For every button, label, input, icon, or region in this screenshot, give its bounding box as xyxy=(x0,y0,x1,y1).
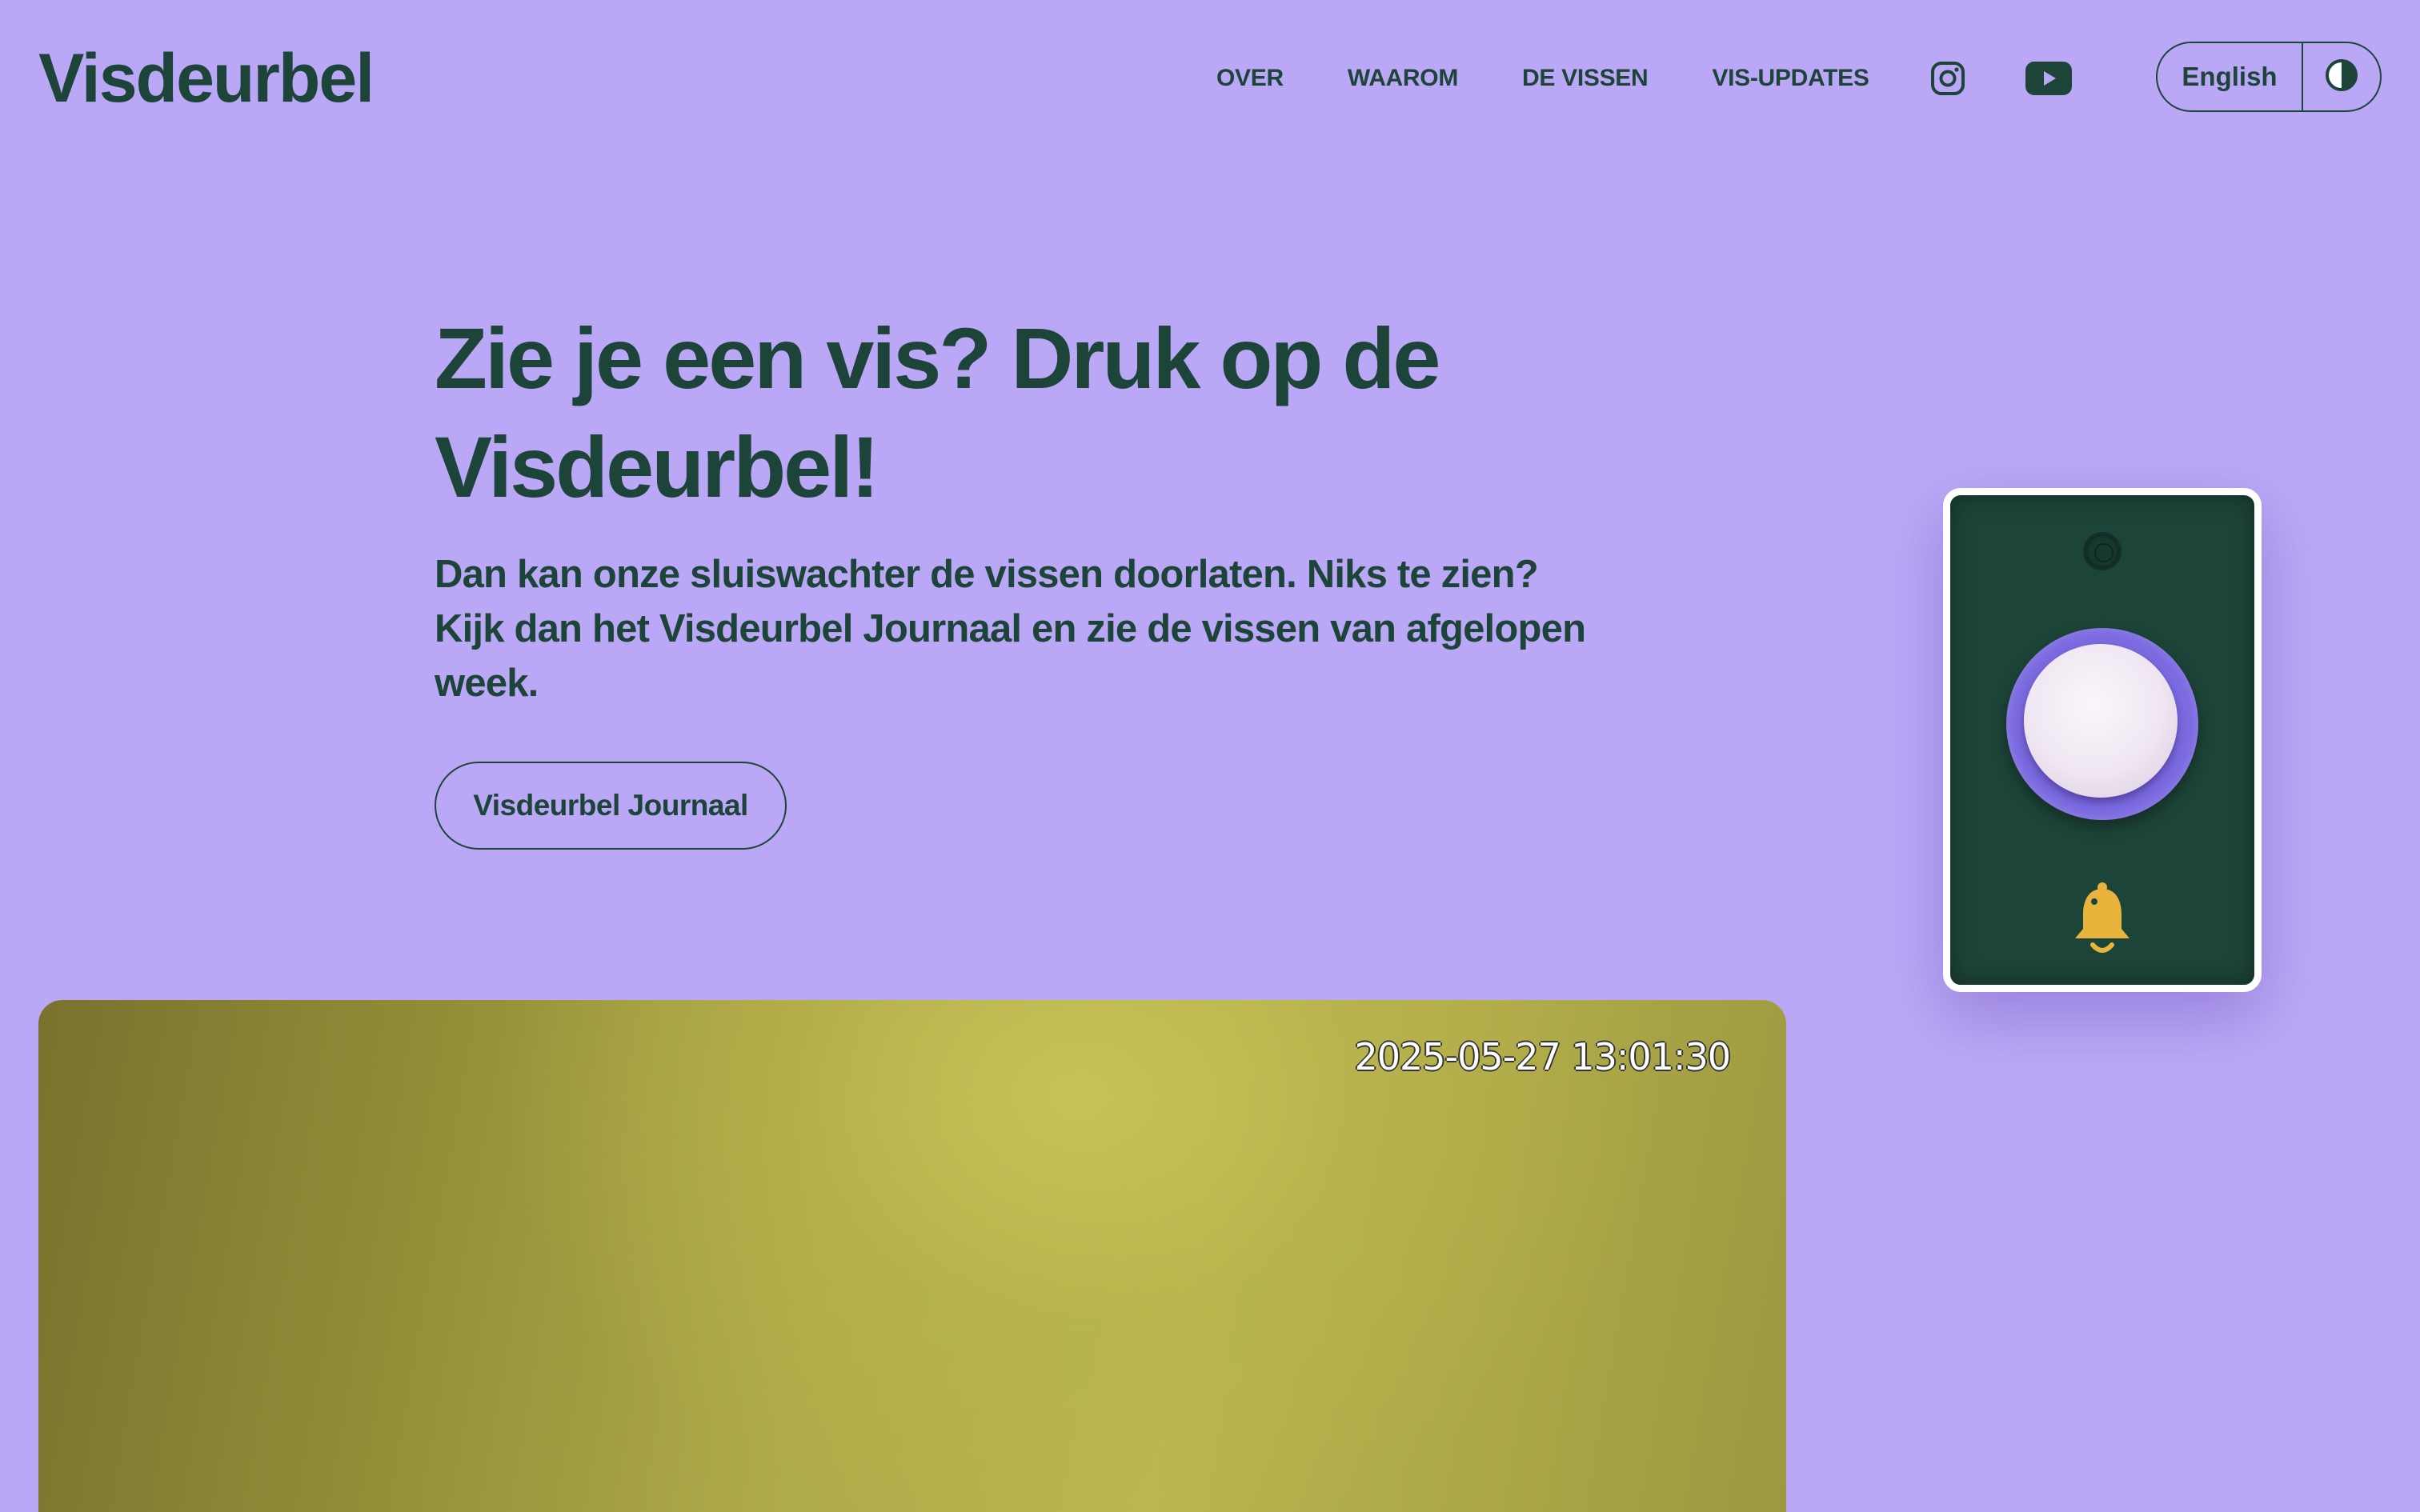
contrast-icon xyxy=(2324,58,2359,97)
bell-icon xyxy=(2070,879,2134,956)
live-video-player[interactable]: 2025-05-27 13:01:30 xyxy=(38,1000,1786,1512)
doorbell-button-face xyxy=(2024,644,2178,798)
instagram-icon[interactable] xyxy=(1930,61,1965,96)
hero-title: Zie je een vis? Druk op de Visdeurbel! xyxy=(435,310,1440,515)
journaal-button[interactable]: Visdeurbel Journaal xyxy=(435,762,787,850)
site-logo[interactable]: Visdeurbel xyxy=(38,38,375,118)
hero-description: Dan kan onze sluiswachter de vissen door… xyxy=(435,553,1586,705)
page: Visdeurbel OVER WAAROM DE VISSEN VIS-UPD… xyxy=(0,0,2420,1512)
contrast-toggle-button[interactable] xyxy=(2303,43,2380,110)
camera-lens-icon xyxy=(2083,532,2122,570)
main-nav: OVER WAAROM DE VISSEN VIS-UPDATES xyxy=(1200,46,2073,110)
nav-link-vis-updates[interactable]: VIS-UPDATES xyxy=(1712,65,1869,92)
nav-link-de-vissen[interactable]: DE VISSEN xyxy=(1522,65,1649,92)
language-button[interactable]: English xyxy=(2158,43,2303,110)
fish-doorbell-device xyxy=(1943,488,2262,992)
language-contrast-switch: English xyxy=(2156,42,2382,112)
doorbell-button[interactable] xyxy=(2006,628,2198,820)
youtube-icon[interactable] xyxy=(2025,61,2073,96)
nav-link-waarom[interactable]: WAAROM xyxy=(1348,65,1458,92)
nav-link-over[interactable]: OVER xyxy=(1216,65,1284,92)
video-timestamp: 2025-05-27 13:01:30 xyxy=(1354,1035,1731,1078)
